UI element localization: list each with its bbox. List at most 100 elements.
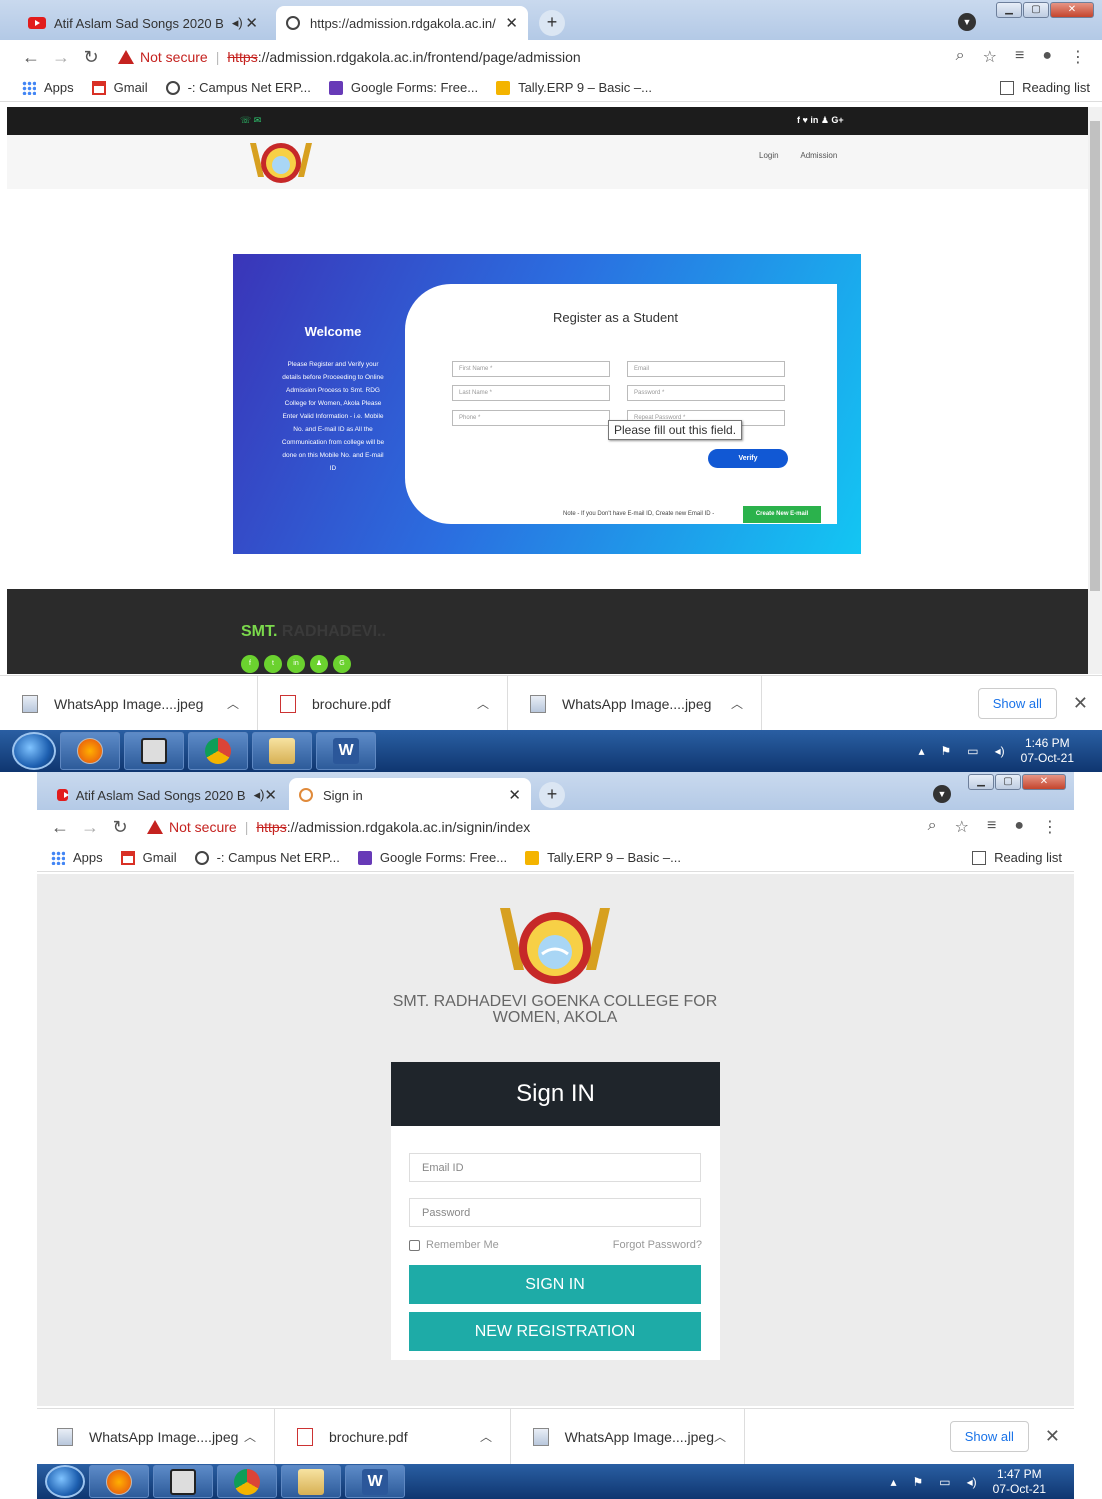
taskbar-explorer[interactable] [281, 1465, 341, 1498]
taskbar-word[interactable]: W [316, 732, 376, 770]
bookmark-campus-net[interactable]: -: Campus Net ERP... [194, 850, 340, 865]
media-icon[interactable]: ▼ [933, 785, 951, 803]
facebook-icon[interactable]: f [241, 655, 259, 673]
signin-button[interactable]: SIGN IN [409, 1265, 701, 1304]
close-icon[interactable]: ✕ [1045, 1426, 1060, 1447]
tray-arrow-icon[interactable]: ▴ [890, 1475, 896, 1489]
volume-icon[interactable]: ◂) [967, 1475, 977, 1489]
close-window-button[interactable]: ✕ [1050, 2, 1094, 18]
android-icon[interactable]: ♟ [310, 655, 328, 673]
star-icon[interactable]: ☆ [955, 817, 969, 837]
reading-list[interactable]: Reading list [972, 850, 1062, 865]
bookmark-google-forms[interactable]: Google Forms: Free... [328, 80, 478, 95]
download-item[interactable]: brochure.pdf ︿ [258, 676, 508, 731]
close-tab-icon[interactable]: ✕ [245, 14, 258, 32]
download-item[interactable]: brochure.pdf ︿ [275, 1409, 511, 1464]
show-all-button[interactable]: Show all [977, 688, 1057, 719]
star-icon[interactable]: ☆ [983, 47, 997, 67]
download-item[interactable]: WhatsApp Image....jpeg ︿ [0, 676, 258, 731]
close-tab-icon[interactable]: ✕ [508, 786, 521, 804]
checkbox[interactable] [409, 1239, 420, 1251]
bookmark-campus-net[interactable]: -: Campus Net ERP... [165, 80, 311, 95]
chevron-up-icon[interactable]: ︿ [227, 695, 239, 712]
avatar[interactable]: ● [1014, 817, 1024, 837]
menu-icon[interactable]: ⋮ [1070, 47, 1086, 67]
clock[interactable]: 1:46 PM 07-Oct-21 [1021, 736, 1074, 766]
url-field[interactable]: https://admission.rdgakola.ac.in/fronten… [227, 49, 580, 65]
reload-icon[interactable]: ↻ [76, 47, 106, 68]
nav-login[interactable]: Login [759, 151, 779, 160]
nav-admission[interactable]: Admission [800, 151, 837, 160]
chevron-up-icon[interactable]: ︿ [714, 1428, 726, 1445]
page-scrollbar[interactable] [1088, 107, 1102, 674]
new-tab-button[interactable]: + [539, 782, 565, 808]
create-email-button[interactable]: Create New E-mail [743, 506, 821, 523]
reading-list[interactable]: Reading list [1000, 80, 1090, 95]
chevron-up-icon[interactable]: ︿ [244, 1428, 256, 1445]
new-registration-button[interactable]: NEW REGISTRATION [409, 1312, 701, 1351]
minimize-button[interactable]: ▁ [996, 2, 1022, 18]
forgot-password-link[interactable]: Forgot Password? [613, 1239, 702, 1251]
taskbar-viewer[interactable] [153, 1465, 213, 1498]
verify-button[interactable]: Verify [708, 449, 788, 468]
taskbar-viewer[interactable] [124, 732, 184, 770]
password-input[interactable]: Password [409, 1198, 701, 1227]
email-input[interactable]: Email ID [409, 1153, 701, 1182]
maximize-button[interactable]: ▢ [995, 774, 1021, 790]
last-name-field[interactable]: Last Name * [452, 385, 610, 401]
taskbar-firefox[interactable] [89, 1465, 149, 1498]
bookmark-tally[interactable]: Tally.ERP 9 – Basic –... [496, 80, 652, 95]
zoom-icon[interactable]: ⌕ [928, 817, 937, 837]
chevron-up-icon[interactable]: ︿ [480, 1428, 492, 1445]
not-secure-indicator[interactable]: Not secure [118, 49, 208, 65]
twitter-icon[interactable]: t [264, 655, 282, 673]
queue-icon[interactable]: ≡ [1015, 47, 1024, 67]
queue-icon[interactable]: ≡ [987, 817, 996, 837]
flag-icon[interactable]: ⚑ [913, 1475, 924, 1489]
bookmark-tally[interactable]: Tally.ERP 9 – Basic –... [525, 850, 681, 865]
new-tab-button[interactable]: + [539, 10, 565, 36]
not-secure-indicator[interactable]: Not secure [147, 819, 237, 835]
bookmark-google-forms[interactable]: Google Forms: Free... [357, 850, 507, 865]
download-item[interactable]: WhatsApp Image....jpeg ︿ [511, 1409, 745, 1464]
download-item[interactable]: WhatsApp Image....jpeg ︿ [508, 676, 762, 731]
network-icon[interactable]: ▭ [939, 1475, 950, 1489]
tab-signin[interactable]: Sign in ✕ [289, 778, 531, 812]
phone-field[interactable]: Phone * [452, 410, 610, 426]
start-button[interactable] [45, 1465, 85, 1498]
bookmark-gmail[interactable]: Gmail [120, 850, 177, 865]
taskbar-firefox[interactable] [60, 732, 120, 770]
scroll-thumb[interactable] [1090, 121, 1100, 591]
college-logo[interactable] [244, 137, 318, 187]
bookmark-gmail[interactable]: Gmail [91, 80, 148, 95]
show-all-button[interactable]: Show all [949, 1421, 1029, 1452]
tab-youtube[interactable]: Atif Aslam Sad Songs 2020 B ◂) ✕ [18, 6, 268, 40]
first-name-field[interactable]: First Name * [452, 361, 610, 377]
tab-admission[interactable]: https://admission.rdgakola.ac.in/ ✕ [276, 6, 528, 40]
clock[interactable]: 1:47 PM 07-Oct-21 [993, 1467, 1046, 1497]
flag-icon[interactable]: ⚑ [941, 744, 952, 758]
volume-icon[interactable]: ◂) [995, 744, 1005, 758]
download-item[interactable]: WhatsApp Image....jpeg ︿ [37, 1409, 275, 1464]
bookmark-apps[interactable]: Apps [51, 850, 103, 865]
back-icon[interactable]: ← [45, 817, 75, 838]
close-window-button[interactable]: ✕ [1022, 774, 1066, 790]
network-icon[interactable]: ▭ [967, 744, 978, 758]
zoom-icon[interactable]: ⌕ [956, 47, 965, 67]
password-field[interactable]: Password * [627, 385, 785, 401]
media-icon[interactable]: ▼ [958, 13, 976, 31]
forward-icon[interactable]: → [46, 47, 76, 68]
bookmark-apps[interactable]: Apps [22, 80, 74, 95]
chevron-up-icon[interactable]: ︿ [731, 695, 743, 712]
close-tab-icon[interactable]: ✕ [505, 14, 518, 32]
url-field[interactable]: https://admission.rdgakola.ac.in/signin/… [256, 819, 530, 835]
maximize-button[interactable]: ▢ [1023, 2, 1049, 18]
avatar[interactable]: ● [1042, 47, 1052, 67]
linkedin-icon[interactable]: in [287, 655, 305, 673]
google-plus-icon[interactable]: G [333, 655, 351, 673]
taskbar-explorer[interactable] [252, 732, 312, 770]
taskbar-chrome[interactable] [188, 732, 248, 770]
tray-arrow-icon[interactable]: ▴ [918, 744, 924, 758]
close-tab-icon[interactable]: ✕ [264, 786, 277, 804]
taskbar-chrome[interactable] [217, 1465, 277, 1498]
